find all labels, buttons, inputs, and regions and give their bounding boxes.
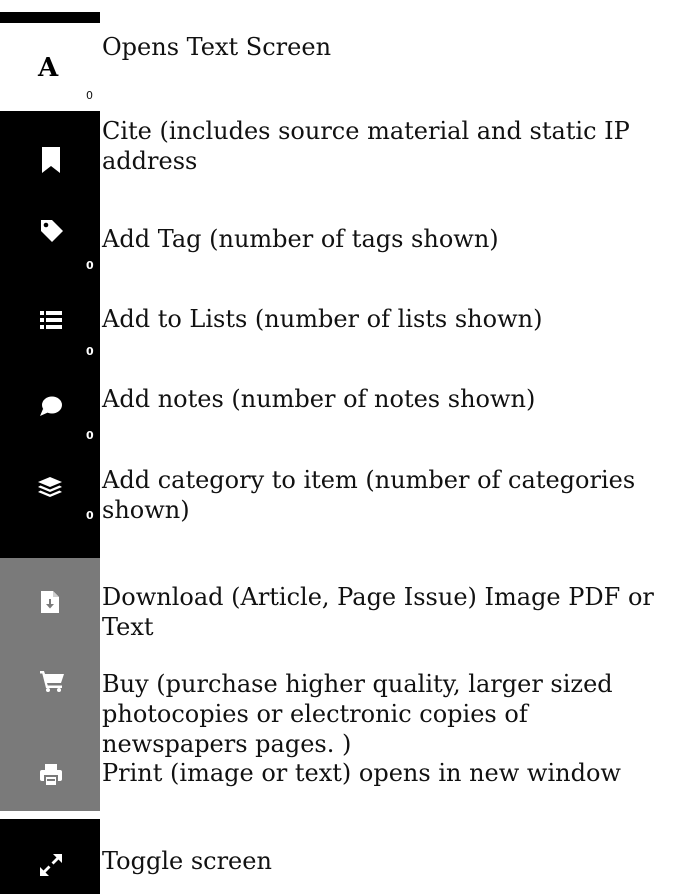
sidebar-top-strip: [0, 12, 100, 23]
buy-button[interactable]: [0, 646, 100, 726]
download-button[interactable]: [0, 558, 100, 646]
expand-icon: [40, 854, 62, 876]
toggle-screen-button[interactable]: [0, 819, 100, 894]
cite-description: Cite (includes source material and stati…: [102, 117, 630, 175]
cart-icon: [40, 671, 64, 692]
cite-button[interactable]: [0, 111, 100, 199]
category-description: Add category to item (number of categori…: [102, 466, 636, 524]
notes-description: Add notes (number of notes shown): [102, 385, 536, 413]
lists-description: Add to Lists (number of lists shown): [102, 305, 543, 333]
list-icon: [40, 311, 62, 329]
notes-button[interactable]: 0: [0, 367, 100, 447]
category-button[interactable]: 0: [0, 447, 100, 558]
tag-icon: [41, 220, 63, 242]
print-description: Print (image or text) opens in new windo…: [102, 759, 621, 787]
text-letter-icon: A: [38, 53, 59, 83]
bookmark-icon: [42, 147, 60, 173]
download-icon: [41, 591, 59, 613]
comment-icon: [40, 396, 62, 416]
text-screen-button[interactable]: A 0: [0, 23, 100, 111]
print-icon: [40, 764, 62, 786]
notes-count: 0: [86, 429, 94, 442]
tag-button[interactable]: 0: [0, 199, 100, 287]
toggle-description: Toggle screen: [102, 847, 272, 875]
tag-count: 0: [86, 259, 94, 272]
text-screen-description: Opens Text Screen: [102, 33, 332, 61]
print-button[interactable]: [0, 726, 100, 811]
category-count: 0: [86, 509, 94, 522]
buy-description: Buy (purchase higher quality, larger siz…: [102, 670, 613, 758]
text-count: 0: [86, 89, 93, 102]
layers-icon: [38, 477, 62, 497]
download-description: Download (Article, Page Issue) Image PDF…: [102, 583, 654, 641]
tag-description: Add Tag (number of tags shown): [102, 225, 499, 253]
lists-button[interactable]: 0: [0, 287, 100, 367]
lists-count: 0: [86, 345, 94, 358]
